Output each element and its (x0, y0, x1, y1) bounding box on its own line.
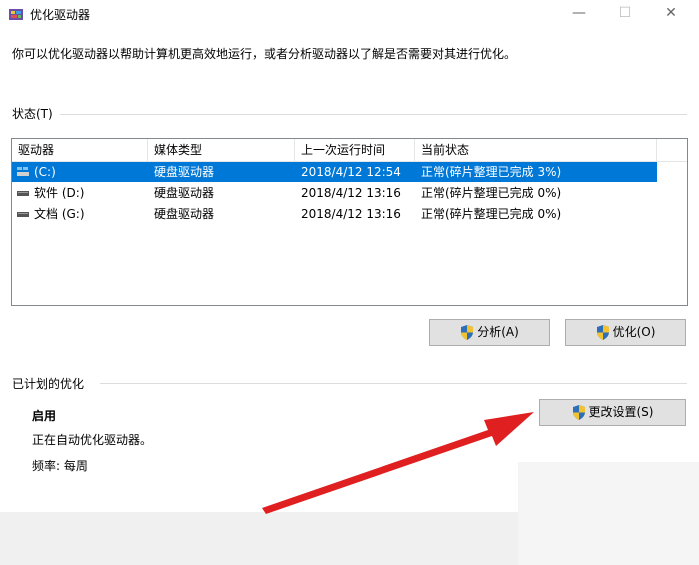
red-arrow-annotation (262, 412, 534, 514)
